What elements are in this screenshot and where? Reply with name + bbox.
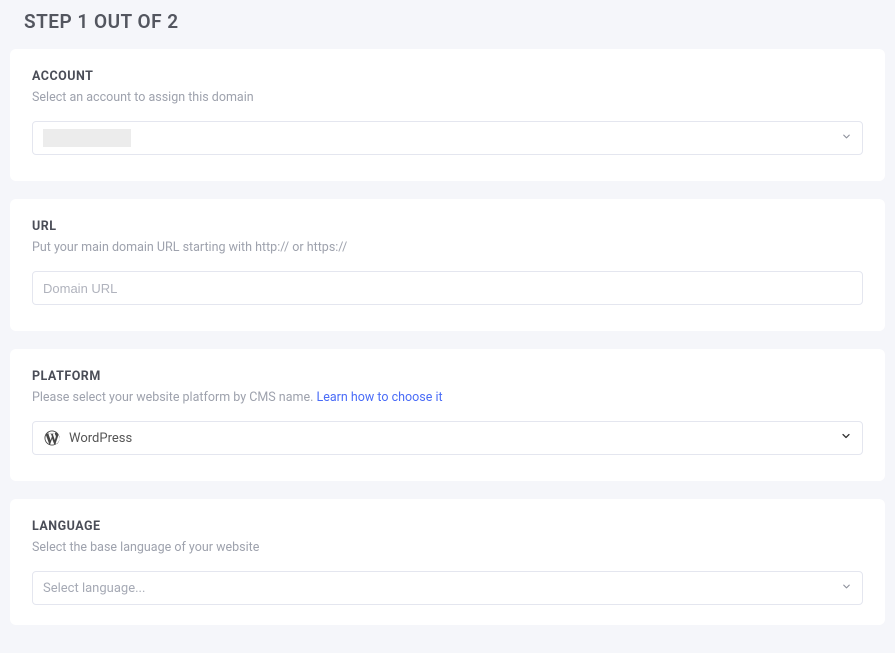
platform-card: PLATFORM Please select your website plat… bbox=[10, 349, 885, 481]
language-desc: Select the base language of your website bbox=[32, 540, 863, 555]
platform-desc-text: Please select your website platform by C… bbox=[32, 390, 317, 405]
wordpress-icon bbox=[43, 429, 61, 447]
platform-selected-label: WordPress bbox=[69, 431, 132, 446]
chevron-down-icon bbox=[841, 581, 852, 596]
platform-learn-link[interactable]: Learn how to choose it bbox=[317, 390, 443, 405]
account-select[interactable] bbox=[32, 121, 863, 155]
language-placeholder: Select language... bbox=[43, 581, 841, 596]
language-select[interactable]: Select language... bbox=[32, 571, 863, 605]
url-input-wrapper bbox=[32, 271, 863, 305]
account-heading: ACCOUNT bbox=[32, 69, 863, 84]
url-card: URL Put your main domain URL starting wi… bbox=[10, 199, 885, 331]
platform-heading: PLATFORM bbox=[32, 369, 863, 384]
url-desc: Put your main domain URL starting with h… bbox=[32, 240, 863, 255]
language-card: LANGUAGE Select the base language of you… bbox=[10, 499, 885, 625]
platform-select[interactable]: WordPress bbox=[32, 421, 863, 455]
chevron-down-icon bbox=[841, 131, 852, 146]
url-input[interactable] bbox=[43, 272, 852, 304]
account-card: ACCOUNT Select an account to assign this… bbox=[10, 49, 885, 181]
url-heading: URL bbox=[32, 219, 863, 234]
chevron-down-icon bbox=[840, 430, 852, 446]
account-selected-redacted bbox=[43, 129, 131, 147]
page-title: STEP 1 OUT OF 2 bbox=[24, 10, 885, 33]
account-desc: Select an account to assign this domain bbox=[32, 90, 863, 105]
language-heading: LANGUAGE bbox=[32, 519, 863, 534]
platform-desc: Please select your website platform by C… bbox=[32, 390, 863, 405]
